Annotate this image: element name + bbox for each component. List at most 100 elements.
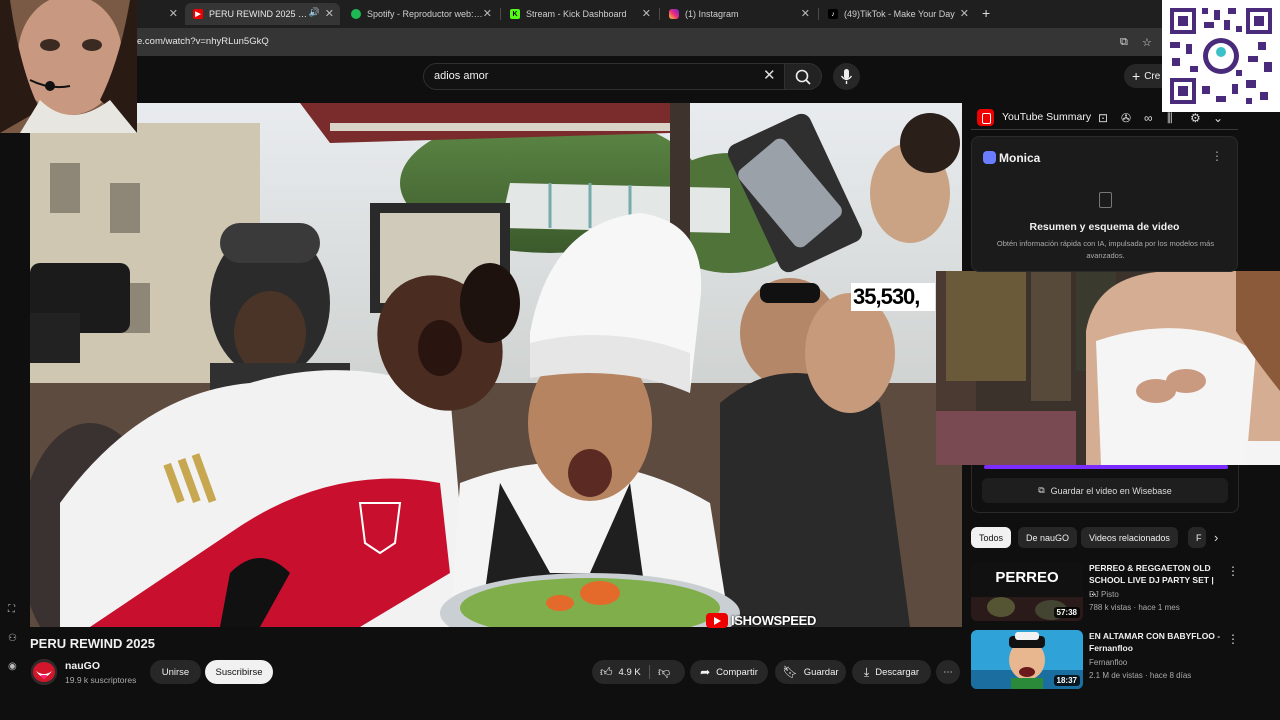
thumbs-down-icon[interactable]: 👎︎	[658, 665, 670, 680]
bookmark-star-icon[interactable]: ☆	[1142, 36, 1152, 49]
browser-tab-bar: ✕ ▶ PERU REWIND 2025 - YouTube 🔊 ✕ Spoti…	[0, 0, 1280, 28]
subscribe-button[interactable]: Suscribirse	[205, 660, 273, 684]
tab-separator	[818, 8, 819, 20]
address-bar[interactable]: e.com/watch?v=nhyRLun5GkQ ⧉ ☆	[0, 28, 1280, 56]
openai-icon[interactable]: ✇	[1121, 111, 1131, 125]
youtube-summary-label: YouTube Summary	[1002, 111, 1092, 123]
robot-icon[interactable]: ⊡	[1098, 111, 1108, 125]
webcam-feed-image	[936, 271, 1280, 465]
channel-avatar[interactable]	[31, 659, 57, 685]
save-to-wisebase-button[interactable]: ⧉ Guardar el video en Wisebase	[982, 478, 1228, 503]
join-label: Unirse	[161, 666, 190, 678]
discord-icon[interactable]: ◉	[8, 661, 17, 672]
monica-title: Monica	[999, 151, 1041, 165]
new-tab-button[interactable]: +	[982, 5, 990, 21]
microphone-icon	[840, 69, 853, 84]
monica-description: Obtén información rápida con IA, impulsa…	[996, 239, 1215, 260]
webcam-overlay-right	[936, 271, 1280, 465]
video-meta: 2.1 M de vistas · hace 8 días	[1089, 671, 1192, 680]
thumbs-up-icon[interactable]: 👍︎	[600, 665, 613, 680]
youtube-summary-bar[interactable]: YouTube Summary ⊡ ✇ ∞ ⫼ ⚙ ⌄	[971, 104, 1238, 130]
glasses-icon[interactable]: ∞	[1144, 111, 1153, 125]
video-player[interactable]	[30, 103, 962, 627]
tab-title: Stream - Kick Dashboard	[526, 9, 627, 19]
speaker-icon[interactable]: 🔊	[309, 7, 320, 18]
more-horizontal-icon: ⋯	[943, 666, 953, 678]
tab-instagram[interactable]: (1) Instagram ✕	[661, 3, 816, 25]
tab-separator	[659, 8, 660, 20]
channel-name[interactable]: Fernanfloo	[1089, 658, 1127, 667]
tab-kick[interactable]: K Stream - Kick Dashboard ✕	[502, 3, 657, 25]
clear-search-icon[interactable]: ✕	[763, 66, 776, 84]
chip-videos-relacionados[interactable]: Videos relacionados	[1081, 527, 1178, 548]
document-icon	[1099, 192, 1112, 208]
webcam-overlay-top-left	[0, 0, 137, 133]
divider	[649, 665, 650, 679]
download-label: Descargar	[875, 666, 920, 678]
chip-label: Videos relacionados	[1089, 532, 1170, 543]
channel-name[interactable]: nauGO	[65, 660, 100, 672]
chevron-down-icon[interactable]: ⌄	[1213, 111, 1223, 125]
url-text[interactable]: e.com/watch?v=nhyRLun5GkQ	[137, 36, 269, 47]
monica-headline[interactable]: Resumen y esquema de video	[972, 221, 1237, 233]
video-thumbnail[interactable]: PERREO 57:38	[971, 562, 1083, 621]
video-title: PERU REWIND 2025	[30, 636, 155, 651]
video-frame	[30, 103, 962, 627]
video-duration: 57:38	[1053, 607, 1080, 618]
close-tab-icon[interactable]: ✕	[325, 8, 334, 20]
tiktok-icon: ♪	[828, 9, 838, 19]
chip-more[interactable]: F	[1188, 527, 1206, 548]
close-tab-icon[interactable]: ✕	[169, 8, 178, 20]
save-label: Guardar	[803, 666, 839, 678]
close-tab-icon[interactable]: ✕	[483, 8, 492, 20]
kebab-menu-icon[interactable]: ⋮	[1227, 632, 1239, 646]
like-count[interactable]: 4.9 K	[619, 667, 641, 678]
tab-youtube[interactable]: ▶ PERU REWIND 2025 - YouTube 🔊 ✕	[185, 3, 340, 25]
more-actions-button[interactable]: ⋯	[936, 660, 960, 684]
share-button[interactable]: ➦ Compartir	[690, 660, 768, 684]
video-title[interactable]: EN ALTAMAR CON BABYFLOO - Fernanfloo	[1089, 630, 1221, 654]
instagram-icon	[669, 9, 679, 19]
download-icon: ⤓	[863, 664, 870, 679]
close-tab-icon[interactable]: ✕	[642, 8, 651, 20]
tab-tiktok[interactable]: ♪ (49)TikTok - Make Your Day ✕	[820, 3, 975, 25]
like-dislike-group: 👍︎ 4.9 K 👎︎	[592, 660, 685, 684]
tab-spotify[interactable]: Spotify - Reproductor web: mú ✕	[343, 3, 498, 25]
audio-wave-icon[interactable]: ⫼	[1167, 111, 1173, 126]
kebab-menu-icon[interactable]: ⋮	[1211, 149, 1223, 163]
search-button[interactable]	[784, 63, 822, 90]
tab-title: PERU REWIND 2025 - YouTube	[209, 9, 309, 19]
download-button[interactable]: ⤓ Descargar	[852, 660, 931, 684]
chip-label: Todos	[979, 532, 1004, 543]
thumb-text: PERREO	[995, 569, 1059, 586]
voice-search-button[interactable]	[833, 63, 860, 90]
chevron-right-icon[interactable]: ›	[1214, 530, 1218, 545]
spotify-icon	[351, 9, 361, 19]
kebab-menu-icon[interactable]: ⋮	[1227, 564, 1239, 578]
chip-de-naugo[interactable]: De nauGO	[1018, 527, 1078, 548]
youtube-logo-icon	[706, 612, 728, 628]
video-thumbnail[interactable]: 18:37	[971, 630, 1083, 689]
progress-accent-bar	[984, 465, 1228, 469]
people-icon[interactable]: ⚇	[8, 633, 17, 644]
qr-code	[1162, 0, 1280, 112]
close-tab-icon[interactable]: ✕	[960, 8, 969, 20]
save-button[interactable]: 🔖︎ Guardar	[775, 660, 846, 684]
plus-icon: +	[1132, 68, 1141, 84]
watermark-text: ISHOWSPEED	[731, 612, 817, 628]
create-label: Cre	[1144, 70, 1161, 82]
gear-icon[interactable]: ⚙	[1190, 111, 1201, 125]
wisebase-icon: ⧉	[1038, 485, 1045, 495]
search-query[interactable]: adios amor	[434, 70, 488, 82]
channel-name[interactable]: DJ Pisto	[1089, 590, 1119, 599]
close-tab-icon[interactable]: ✕	[801, 8, 810, 20]
expand-icon[interactable]: ⛶	[8, 604, 15, 615]
chip-label: F	[1196, 532, 1202, 543]
tab-blank[interactable]: ✕	[138, 3, 184, 25]
recommendation-item[interactable]: PERREO 57:38 PERREO & REGGAETON OLD SCHO…	[971, 562, 1241, 622]
chip-todos[interactable]: Todos	[971, 527, 1012, 548]
recommendation-item[interactable]: 18:37 EN ALTAMAR CON BABYFLOO - Fernanfl…	[971, 630, 1241, 690]
install-app-icon[interactable]: ⧉	[1120, 36, 1128, 49]
tab-separator	[500, 8, 501, 20]
join-button[interactable]: Unirse	[150, 660, 201, 684]
